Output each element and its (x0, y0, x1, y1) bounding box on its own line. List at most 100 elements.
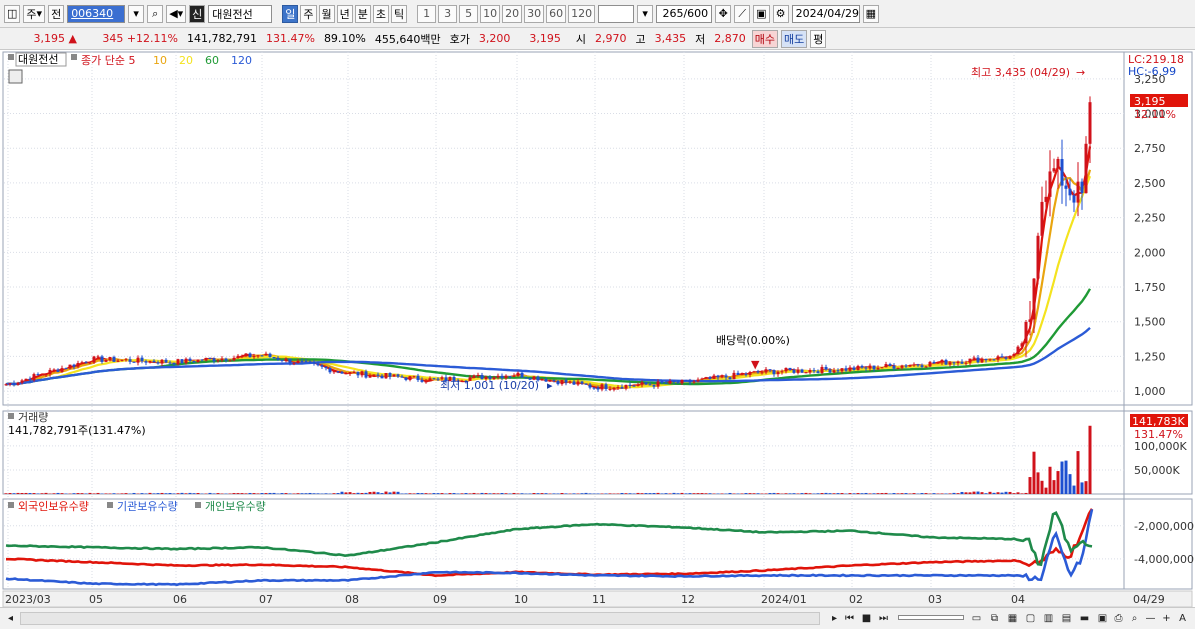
volume-bar (452, 493, 456, 494)
volume-bar (1012, 493, 1016, 494)
candle-body (812, 370, 816, 372)
candle-body (416, 375, 420, 381)
buy-button[interactable]: 매수 (751, 29, 778, 48)
candle-body (96, 356, 100, 358)
volume-bar (1036, 472, 1040, 494)
volume-bar (344, 492, 348, 494)
crosshair-icon[interactable]: ✥ (715, 4, 732, 23)
speaker-icon[interactable]: ◀▾ (166, 4, 187, 23)
draw-line-icon[interactable]: ⟋ (734, 4, 751, 23)
period-tab-3[interactable]: 년 (336, 4, 353, 23)
sell-button[interactable]: 매도 (781, 29, 808, 48)
period-tab-6[interactable]: 틱 (391, 4, 408, 23)
minute-tab-3[interactable]: 3 (438, 4, 458, 23)
volume-bar (120, 493, 124, 494)
candle-body (356, 372, 360, 376)
minute-tab-5[interactable]: 5 (459, 4, 479, 23)
candle-body (268, 353, 272, 358)
first-page-icon[interactable]: ⏮ (843, 611, 856, 626)
volume-y-tick: 100,000K (1134, 440, 1187, 453)
print-icon[interactable]: ⎙ (1112, 611, 1125, 626)
period-tab-5[interactable]: 초 (372, 4, 390, 23)
data-count-field[interactable]: 265/600 (656, 4, 713, 23)
layout-list-icon[interactable]: ▤ (1060, 611, 1073, 626)
period-tab-0[interactable]: 일 (282, 4, 299, 23)
stock-name-field[interactable]: 대원전선 (208, 4, 273, 23)
stock-type-select[interactable]: 주 ▾ (23, 4, 46, 23)
volume-bar (300, 493, 304, 494)
turnover-rate: 89.10% (323, 32, 366, 45)
magnifier-icon[interactable]: ⌕ (1128, 611, 1141, 626)
period-tab-4[interactable]: 분 (354, 4, 371, 23)
volume-bar (36, 493, 40, 494)
font-size-button[interactable]: A (1176, 611, 1189, 626)
candle-body (472, 375, 476, 378)
layout-grid-icon[interactable]: ▦ (1006, 611, 1019, 626)
volume-bar (256, 493, 260, 494)
custom-period-dropdown-icon[interactable]: ▾ (637, 4, 654, 23)
layout-split-icon[interactable]: ▭ (970, 611, 983, 626)
zoom-slider[interactable] (898, 615, 964, 620)
candle-body (124, 359, 128, 361)
zoom-in-button[interactable]: + (1160, 611, 1173, 626)
stock-code-input[interactable]: 006340 (67, 4, 126, 23)
all-market-button[interactable]: 전 (48, 4, 65, 23)
volume-bar (1060, 461, 1064, 494)
volume-bar (88, 492, 92, 494)
candle-body (648, 384, 652, 386)
layout-copy-icon[interactable]: ⧉ (988, 611, 1001, 626)
ruler-icon[interactable]: ▬ (1078, 611, 1091, 626)
minute-tab-10[interactable]: 10 (480, 4, 501, 23)
scroll-left-icon[interactable]: ◂ (4, 611, 17, 626)
layout-icon[interactable]: ◫ (4, 4, 21, 23)
window-icon[interactable]: ▣ (1096, 611, 1109, 626)
search-icon[interactable]: ⌕ (147, 4, 164, 23)
candle-body (76, 362, 80, 367)
gear-icon[interactable]: ⚙ (772, 4, 789, 23)
zoom-out-button[interactable]: — (1144, 611, 1157, 626)
period-tab-2[interactable]: 월 (318, 4, 335, 23)
candle-body (36, 374, 40, 376)
minute-tab-120[interactable]: 120 (568, 4, 596, 23)
candle-body (252, 356, 256, 358)
date-input[interactable]: 2024/04/29 (791, 4, 860, 23)
volume-bar (544, 493, 548, 494)
candle-body (1060, 159, 1064, 186)
volume-bar (868, 493, 872, 494)
volume-title: 거래량 (18, 411, 48, 424)
volume-bar (1048, 466, 1052, 494)
period-tab-1[interactable]: 주 (300, 4, 317, 23)
minute-tab-1[interactable]: 1 (417, 4, 437, 23)
candle-body (984, 358, 988, 361)
candle-body (912, 364, 916, 366)
minute-tab-60[interactable]: 60 (546, 4, 567, 23)
low-arrow: ▸ (547, 379, 553, 392)
last-page-icon[interactable]: ⏭ (877, 611, 890, 626)
layout-columns-icon[interactable]: ▥ (1042, 611, 1055, 626)
minute-tab-20[interactable]: 20 (502, 4, 523, 23)
volume-bar (1044, 487, 1048, 494)
candle-body (708, 377, 712, 379)
volume-bar (492, 493, 496, 494)
candle-body (4, 384, 8, 386)
horizontal-scrollbar[interactable] (20, 612, 820, 625)
volume-bar (932, 493, 936, 494)
save-icon[interactable]: ▣ (753, 4, 770, 23)
evaluation-button[interactable]: 평 (810, 29, 827, 48)
volume-value: 141,782,791 (187, 32, 257, 45)
layout-window-icon[interactable]: ▢ (1024, 611, 1037, 626)
stop-icon[interactable]: ■ (860, 611, 873, 626)
candle-body (948, 362, 952, 365)
scroll-right-icon[interactable]: ▸ (828, 611, 841, 626)
stock-chart[interactable]: 2023/03 05 06 07 08 09 10 11 12 2024/01 02 03 04 04/2… (0, 50, 1195, 607)
code-dropdown-icon[interactable]: ▾ (128, 4, 145, 23)
candle-body (236, 355, 240, 358)
custom-period-input[interactable] (598, 4, 635, 23)
candle-body (364, 371, 368, 378)
candle-body (620, 387, 624, 389)
calendar-icon[interactable]: ▦ (862, 4, 879, 23)
x-tick-label: 12 (681, 593, 695, 606)
volume-bar (904, 493, 908, 494)
minute-tab-30[interactable]: 30 (524, 4, 545, 23)
candle-body (164, 359, 168, 363)
